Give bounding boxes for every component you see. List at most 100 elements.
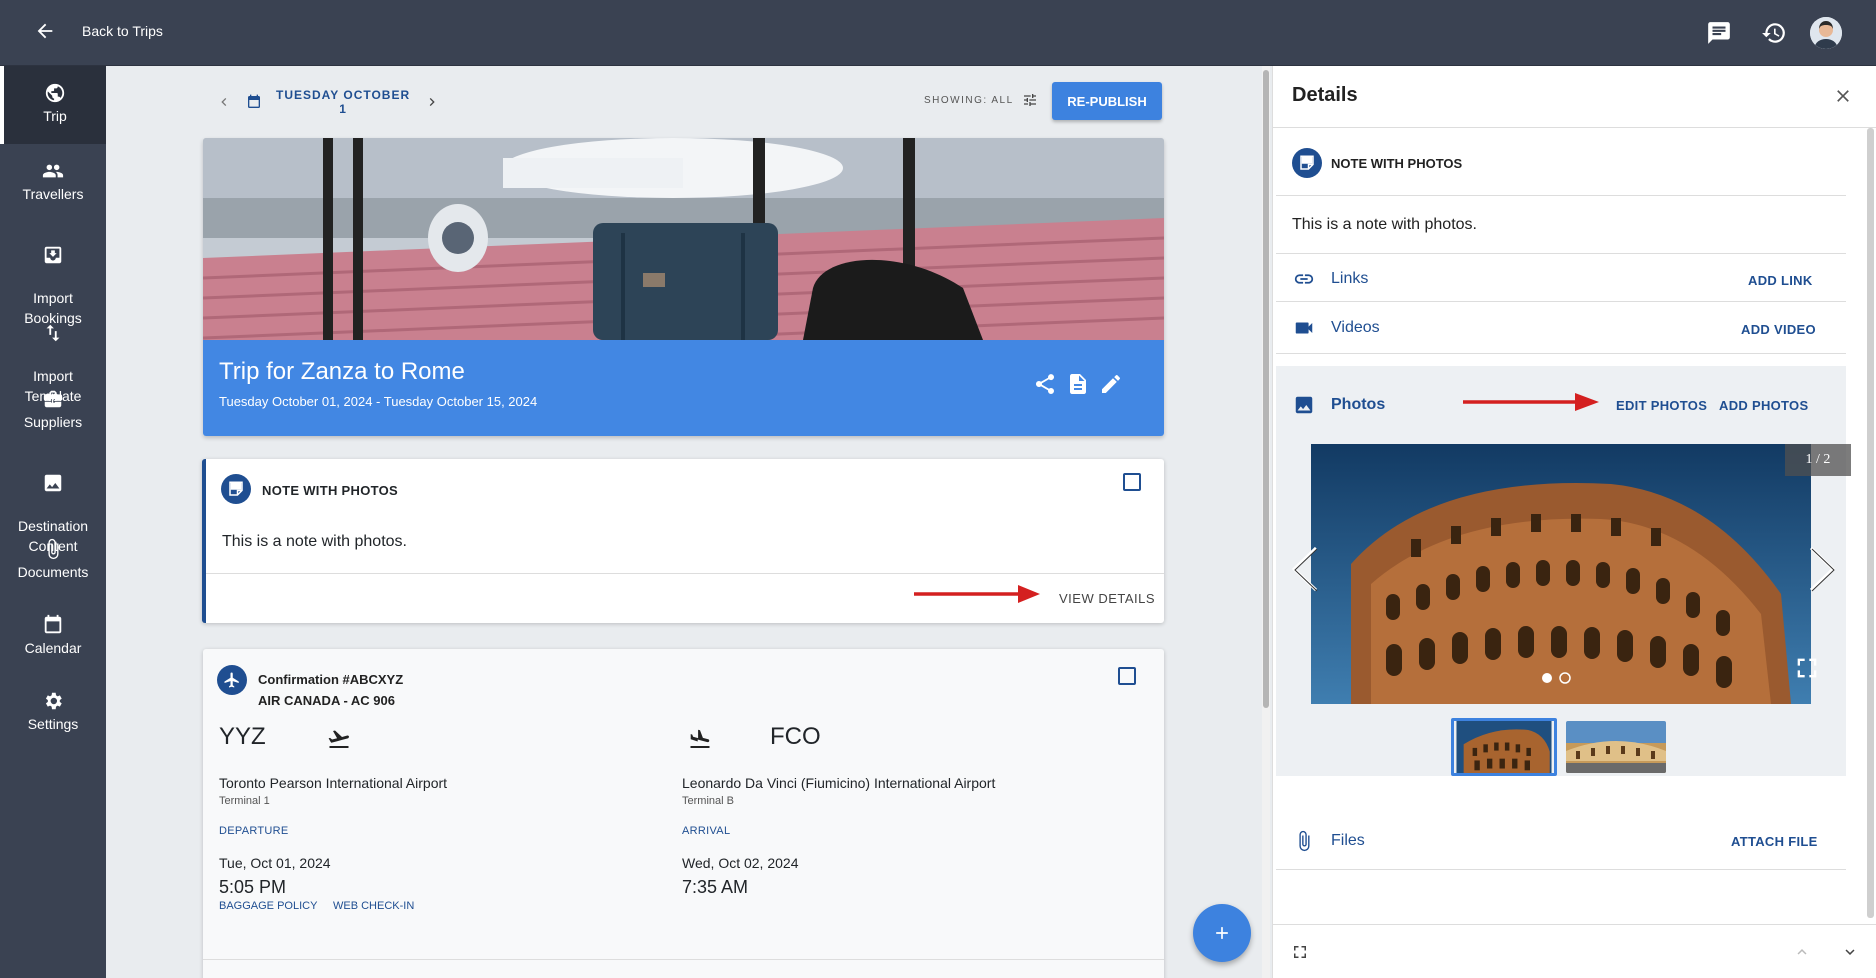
details-note-title: NOTE WITH PHOTOS [1331,156,1463,171]
sidebar-item-label: Settings [27,716,79,732]
chevron-up-icon[interactable] [1793,943,1811,961]
briefcase-icon [43,390,63,408]
sidebar-item-documents[interactable]: Documents [0,538,106,582]
trip-cover-photo [203,138,1164,340]
details-note-text: This is a note with photos. [1292,216,1477,233]
sidebar-item-label: Suppliers [23,414,83,430]
details-videos-row: Videos ADD VIDEO [1276,302,1846,354]
landing-icon [690,729,710,748]
paperclip-icon [1299,830,1310,852]
date-navigator: TUESDAY OCTOBER 1 [216,88,440,116]
sidebar-item-trip[interactable]: Trip [0,66,106,144]
sidebar-item-calendar[interactable]: Calendar [0,614,106,658]
details-links-row: Links ADD LINK [1276,254,1846,302]
image-icon [1295,396,1313,414]
departure-terminal: Terminal 1 [219,795,270,807]
annotation-arrow-icon [914,585,1040,603]
edit-photos-button[interactable]: EDIT PHOTOS [1616,398,1707,413]
chevron-right-icon[interactable] [424,94,440,110]
trip-hero-card: Trip for Zanza to Rome Tuesday October 0… [203,138,1164,436]
image-icon [44,474,62,492]
add-fab-button[interactable] [1193,904,1251,962]
note-icon [1292,148,1322,178]
filter-showing[interactable]: SHOWING: ALL [924,92,1038,108]
chat-icon[interactable] [1706,20,1732,46]
photo-thumbnail-1[interactable] [1451,718,1557,776]
edit-icon[interactable] [1099,372,1123,396]
sidebar-item-suppliers[interactable]: Suppliers [0,388,106,432]
date-line-2: 1 [339,102,347,116]
trip-dates: Tuesday October 01, 2024 - Tuesday Octob… [219,394,538,409]
fullscreen-icon[interactable] [1793,654,1821,682]
people-icon [42,164,64,178]
arrival-time: 7:35 AM [682,877,749,897]
sort-arrows-icon [46,324,60,342]
baggage-policy-link[interactable]: BAGGAGE POLICY [219,900,317,912]
import-icon [44,246,62,264]
history-icon[interactable] [1761,20,1787,46]
divider [203,959,1164,960]
link-icon [1294,274,1314,284]
expand-icon[interactable] [1291,943,1309,961]
add-link-button[interactable]: ADD LINK [1748,273,1813,288]
gallery-prev-icon[interactable] [1286,546,1322,592]
top-bar: Back to Trips [0,0,1876,66]
sidebar-item-travellers[interactable]: Travellers [0,160,106,204]
departure-time: 5:05 PM [219,877,287,897]
view-details-button[interactable]: VIEW DETAILS [1059,591,1155,606]
note-checkbox[interactable] [1123,473,1141,491]
sidebar-item-label: Calendar [24,640,82,656]
scrollbar-thumb[interactable] [1867,128,1874,918]
details-files-row: Files ATTACH FILE [1276,812,1846,870]
note-icon [221,474,251,504]
arrival-code: FCO [770,723,821,750]
sidebar-item-label: Documents [17,564,89,580]
web-check-in-link[interactable]: WEB CHECK-IN [333,900,414,912]
annotation-arrow-icon [1463,393,1599,411]
departure-code: YYZ [219,723,266,750]
sidebar-item-label: Trip [43,108,67,124]
sidebar-item-settings[interactable]: Settings [0,690,106,734]
attach-file-button[interactable]: ATTACH FILE [1731,834,1818,849]
date-line-1: TUESDAY OCTOBER [276,88,411,102]
back-to-trips-label: Back to Trips [82,23,163,39]
share-icon[interactable] [1033,372,1057,396]
calendar-icon [44,614,62,634]
departure-airport: Toronto Pearson International Airport [219,775,448,791]
globe-icon [45,83,65,103]
videocam-icon [1295,322,1313,334]
add-video-button[interactable]: ADD VIDEO [1741,322,1816,337]
confirmation-number: Confirmation #ABCXYZ [258,672,404,687]
details-title: Details [1292,84,1358,106]
flight-card[interactable]: Confirmation #ABCXYZ AIR CANADA - AC 906… [203,649,1164,978]
back-to-trips-link[interactable]: Back to Trips [34,20,163,42]
republish-button[interactable]: RE-PUBLISH [1052,82,1162,120]
document-icon[interactable] [1066,372,1090,396]
calendar-icon [248,94,260,108]
flight-checkbox[interactable] [1118,667,1136,685]
details-note-body: This is a note with photos. [1276,196,1846,254]
files-label: Files [1331,832,1365,849]
details-photos-section: Photos EDIT PHOTOS ADD PHOTOS 1 / 2 [1276,366,1851,776]
photo-gallery[interactable] [1311,444,1811,704]
gallery-next-icon[interactable] [1805,546,1841,592]
current-date: TUESDAY OCTOBER 1 [276,88,410,116]
departure-label: DEPARTURE [219,825,289,837]
photo-thumbnail-2[interactable] [1566,721,1666,773]
chevron-down-icon[interactable] [1841,943,1859,961]
main-scrollbar[interactable] [1262,66,1270,978]
tune-icon [1023,94,1036,106]
details-scrollbar[interactable] [1865,128,1875,918]
add-photos-button[interactable]: ADD PHOTOS [1719,398,1808,413]
avatar[interactable] [1810,17,1842,49]
scrollbar-thumb[interactable] [1263,70,1269,708]
arrival-label: ARRIVAL [682,825,731,837]
chevron-left-icon[interactable] [216,94,232,110]
close-icon[interactable] [1833,86,1853,106]
arrival-airport: Leonardo Da Vinci (Fiumicino) Internatio… [682,775,996,791]
gear-icon [45,692,62,710]
sidebar-item-label: Travellers [22,186,84,202]
main-content: TUESDAY OCTOBER 1 SHOWING: ALL RE-PUBLIS… [106,66,1261,978]
arrival-date: Wed, Oct 02, 2024 [682,855,799,871]
note-title: NOTE WITH PHOTOS [262,483,399,498]
